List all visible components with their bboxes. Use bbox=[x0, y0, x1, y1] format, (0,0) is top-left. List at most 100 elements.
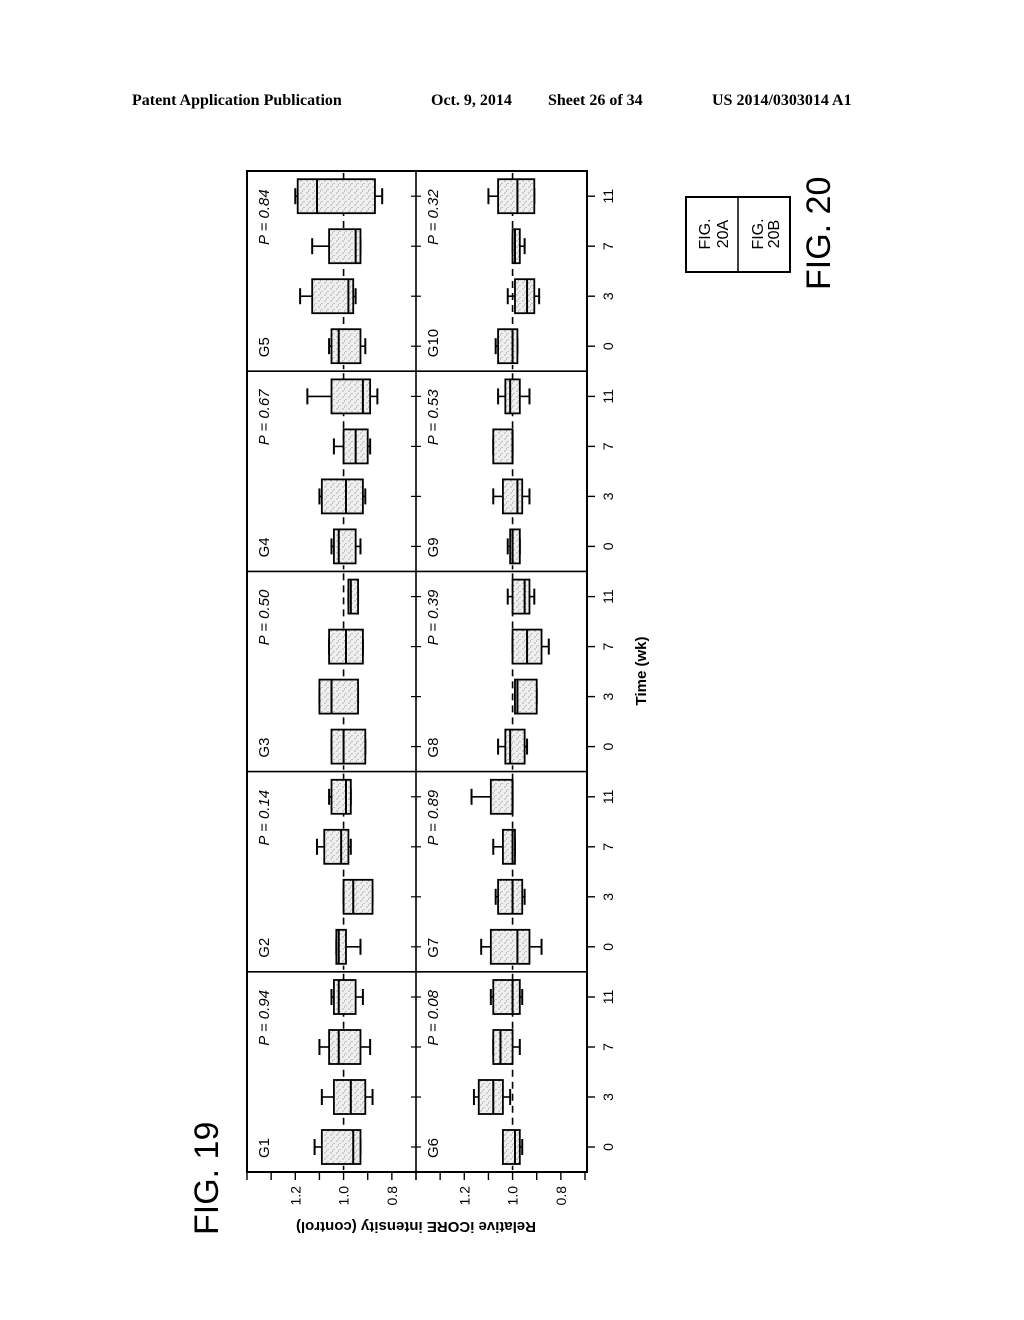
group-label: G5 bbox=[256, 337, 273, 357]
iqr-box bbox=[504, 728, 526, 765]
box-11wk bbox=[487, 178, 536, 215]
box-7wk bbox=[318, 1029, 372, 1065]
time-axis-tick-label: 7 bbox=[600, 1043, 616, 1051]
panel-g9: G9 P = 0.53 bbox=[425, 373, 531, 570]
iqr-box bbox=[330, 778, 352, 815]
box-7wk bbox=[332, 428, 372, 465]
group-label: G10 bbox=[425, 329, 442, 357]
iqr-box bbox=[296, 178, 376, 215]
time-axis-tick-label: 7 bbox=[600, 642, 616, 650]
time-axis-tick-label: 3 bbox=[600, 692, 616, 700]
fig20b-label-2: 20B bbox=[766, 220, 783, 248]
p-value-label: P = 0.53 bbox=[425, 389, 442, 445]
box-0wk bbox=[506, 528, 521, 565]
iqr-box bbox=[511, 578, 531, 615]
iqr-box bbox=[492, 1029, 514, 1065]
group-label: G9 bbox=[425, 537, 442, 557]
time-axis-tick-label: 3 bbox=[600, 492, 616, 500]
panel-g8: G8 P = 0.39 bbox=[425, 573, 550, 770]
p-value-label: P = 0.84 bbox=[256, 189, 273, 245]
box-7wk bbox=[328, 628, 364, 665]
iqr-box bbox=[320, 478, 364, 515]
box-7wk bbox=[492, 428, 514, 465]
iqr-box bbox=[320, 1129, 362, 1165]
iqr-box bbox=[323, 828, 350, 865]
p-value-label: P = 0.08 bbox=[425, 989, 442, 1045]
box-0wk bbox=[313, 1129, 362, 1165]
iqr-box bbox=[514, 278, 536, 315]
iqr-box bbox=[511, 228, 521, 265]
group-label: G7 bbox=[425, 938, 442, 958]
iqr-box bbox=[504, 378, 521, 415]
iqr-box bbox=[489, 928, 531, 965]
fig20-key: FIG. 20A FIG. 20B bbox=[685, 196, 791, 273]
p-value-label: P = 0.89 bbox=[425, 789, 442, 845]
fig20-label: FIG. 20 bbox=[800, 177, 838, 290]
iqr-box bbox=[497, 178, 536, 215]
iqr-box bbox=[318, 678, 359, 715]
panel-g10: G10 P = 0.32 bbox=[425, 173, 541, 370]
fig20a-label: FIG. bbox=[697, 218, 714, 249]
panel-g2: G2 P = 0.14 bbox=[256, 773, 374, 970]
box-11wk bbox=[506, 578, 536, 615]
box-7wk bbox=[311, 228, 362, 265]
time-axis-tick-label: 0 bbox=[600, 742, 616, 750]
iqr-box bbox=[330, 378, 372, 415]
box-7wk bbox=[316, 828, 352, 865]
time-axis-tick-label: 11 bbox=[600, 389, 616, 404]
group-label: G6 bbox=[425, 1138, 442, 1158]
box-7wk bbox=[511, 628, 550, 665]
panel-g6: G6 P = 0.08 bbox=[425, 973, 524, 1170]
value-axis-tick-label: 1.0 bbox=[336, 1186, 352, 1206]
box-7wk bbox=[492, 828, 516, 865]
value-axis-tick-label: 1.0 bbox=[505, 1186, 521, 1206]
time-axis-tick-label: 3 bbox=[600, 1093, 616, 1101]
iqr-box bbox=[492, 428, 514, 465]
box-3wk bbox=[342, 878, 374, 915]
iqr-box bbox=[497, 878, 524, 915]
panel-g4: G4 P = 0.67 bbox=[256, 373, 379, 570]
iqr-box bbox=[328, 1029, 362, 1065]
box-plot-grid: 1.2 1.0 0.8 1.2 1.0 0.8 0 3 7 11 0 3 7 11 0 3 7 11 0 3 7 11 0 3… bbox=[246, 170, 616, 1206]
time-axis-tick-label: 7 bbox=[600, 242, 616, 250]
panel-g1: G1 P = 0.94 bbox=[256, 973, 374, 1170]
time-axis-tick-label: 11 bbox=[600, 189, 616, 204]
figure-canvas: FIG. 19 1.2 1.0 0.8 1.2 1.0 0.803711037110371… bbox=[188, 170, 838, 1235]
box-11wk bbox=[330, 979, 364, 1015]
p-value-label: P = 0.32 bbox=[425, 189, 442, 245]
fig19-label: FIG. 19 bbox=[188, 1122, 226, 1235]
iqr-box bbox=[502, 478, 524, 515]
value-axis-tick-label: 0.8 bbox=[384, 1186, 400, 1206]
box-0wk bbox=[494, 328, 519, 365]
fig20a-label-2: 20A bbox=[715, 219, 732, 248]
time-axis-tick-label: 0 bbox=[600, 1143, 616, 1151]
group-label: G3 bbox=[256, 738, 273, 758]
time-axis-tick-label: 0 bbox=[600, 943, 616, 951]
box-11wk bbox=[470, 778, 514, 815]
box-11wk bbox=[294, 178, 384, 215]
p-value-label: P = 0.67 bbox=[256, 389, 273, 445]
group-label: G1 bbox=[256, 1138, 273, 1158]
box-3wk bbox=[320, 1079, 374, 1115]
panel-g3: G3 P = 0.50 bbox=[256, 573, 367, 770]
time-axis-tick-label: 7 bbox=[600, 442, 616, 450]
box-3wk bbox=[494, 878, 526, 915]
time-axis-tick-label: 7 bbox=[600, 843, 616, 851]
group-label: G4 bbox=[256, 537, 273, 557]
box-0wk bbox=[330, 728, 367, 765]
p-value-label: P = 0.50 bbox=[256, 589, 273, 645]
iqr-box bbox=[311, 278, 355, 315]
iqr-box bbox=[342, 878, 374, 915]
box-11wk bbox=[328, 778, 352, 815]
box-0wk bbox=[335, 928, 362, 965]
p-value-label: P = 0.94 bbox=[256, 990, 273, 1046]
time-axis-tick-label: 3 bbox=[600, 893, 616, 901]
plot-frame bbox=[246, 170, 588, 1173]
box-3wk bbox=[299, 278, 357, 315]
iqr-box bbox=[502, 1129, 521, 1165]
box-0wk bbox=[497, 728, 529, 765]
iqr-box bbox=[497, 328, 519, 365]
box-3wk bbox=[318, 478, 367, 515]
time-axis-tick-label: 3 bbox=[600, 292, 616, 300]
iqr-box bbox=[333, 1079, 367, 1115]
